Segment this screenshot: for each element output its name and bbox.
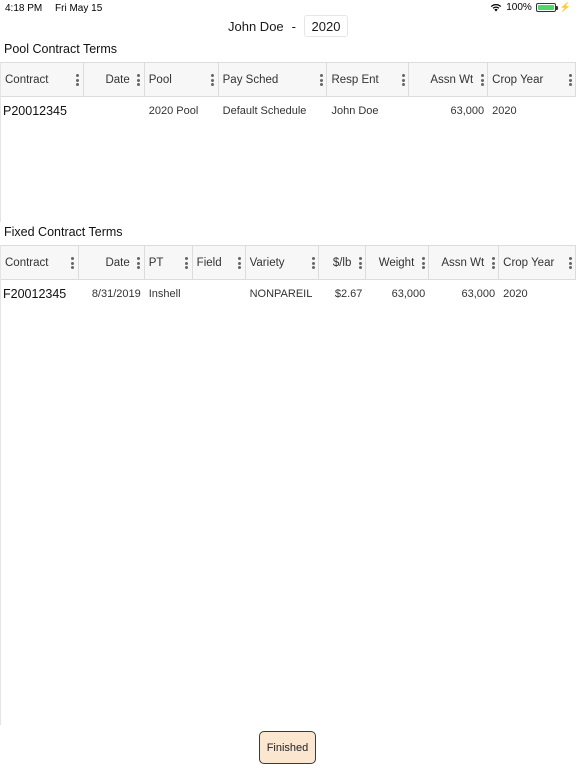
column-header-crop-year[interactable]: Crop Year bbox=[499, 246, 576, 279]
column-header-label: Weight bbox=[378, 256, 415, 269]
header-separator: - bbox=[291, 18, 296, 34]
column-header-label: PT bbox=[148, 256, 164, 269]
table-row[interactable]: F20012345 8/31/2019 Inshell NONPAREIL $2.67 6… bbox=[1, 280, 576, 308]
column-menu-icon[interactable] bbox=[358, 257, 362, 269]
cell-assn-wt: 63,000 bbox=[450, 105, 485, 117]
pool-table-header: Contract Date Pool Pay Sched Resp Ent Assn Wt… bbox=[1, 62, 576, 97]
status-time: 4:18 PM bbox=[5, 3, 43, 14]
column-header-assn-wt[interactable]: Assn Wt bbox=[409, 63, 489, 96]
status-right: 100% ⚡ bbox=[490, 2, 571, 13]
status-left: 4:18 PM Fri May 15 bbox=[5, 3, 112, 14]
column-header-label: Date bbox=[105, 73, 130, 86]
column-header-label: Contract bbox=[5, 256, 49, 269]
column-header-contract[interactable]: Contract bbox=[1, 63, 84, 96]
column-header-label: Crop Year bbox=[503, 256, 555, 269]
cell-pool: 2020 Pool bbox=[148, 105, 199, 117]
column-menu-icon[interactable] bbox=[568, 257, 572, 269]
finished-button[interactable]: Finished bbox=[259, 731, 316, 764]
column-header-contract[interactable]: Contract bbox=[1, 246, 79, 279]
fixed-section-title: Fixed Contract Terms bbox=[4, 225, 123, 239]
cell-contract: P20012345 bbox=[3, 104, 67, 118]
column-header-resp-ent[interactable]: Resp Ent bbox=[327, 63, 410, 96]
fixed-table-body: F20012345 8/31/2019 Inshell NONPAREIL $2.67 6… bbox=[1, 280, 576, 308]
column-header-label: Pay Sched bbox=[222, 73, 279, 86]
column-menu-icon[interactable] bbox=[480, 74, 484, 86]
column-header-label: Crop Year bbox=[492, 73, 544, 86]
column-menu-icon[interactable] bbox=[185, 257, 189, 269]
header: John Doe - 2020 bbox=[0, 14, 576, 38]
column-header-price-per-lb[interactable]: $/lb bbox=[319, 246, 367, 279]
column-header-label: Resp Ent bbox=[331, 73, 379, 86]
column-header-label: $/lb bbox=[332, 256, 352, 269]
battery-fill bbox=[537, 5, 554, 10]
column-header-label: Assn Wt bbox=[441, 256, 485, 269]
column-header-label: Date bbox=[105, 256, 130, 269]
charging-icon: ⚡ bbox=[559, 2, 571, 12]
column-header-weight[interactable]: Weight bbox=[366, 246, 430, 279]
pool-table-body: P20012345 2020 Pool Default Schedule John D… bbox=[1, 97, 576, 125]
column-header-assn-wt[interactable]: Assn Wt bbox=[429, 246, 500, 279]
battery-nub bbox=[555, 6, 558, 10]
column-header-label: Contract bbox=[5, 73, 49, 86]
column-menu-icon[interactable] bbox=[491, 257, 495, 269]
column-header-label: Field bbox=[196, 256, 222, 269]
column-menu-icon[interactable] bbox=[238, 257, 242, 269]
column-menu-icon[interactable] bbox=[568, 74, 572, 86]
column-menu-icon[interactable] bbox=[137, 257, 141, 269]
column-menu-icon[interactable] bbox=[319, 74, 323, 86]
cell-crop-year: 2020 bbox=[503, 288, 528, 300]
column-menu-icon[interactable] bbox=[137, 74, 141, 86]
column-header-pool[interactable]: Pool bbox=[145, 63, 219, 96]
column-menu-icon[interactable] bbox=[211, 74, 215, 86]
column-menu-icon[interactable] bbox=[421, 257, 425, 269]
column-header-crop-year[interactable]: Crop Year bbox=[488, 63, 576, 96]
column-header-date[interactable]: Date bbox=[84, 63, 145, 96]
column-header-field[interactable]: Field bbox=[193, 246, 246, 279]
column-header-label: Assn Wt bbox=[430, 73, 474, 86]
column-header-variety[interactable]: Variety bbox=[246, 246, 320, 279]
column-header-label: Variety bbox=[249, 256, 285, 269]
column-menu-icon[interactable] bbox=[76, 74, 80, 86]
battery-percent: 100% bbox=[506, 2, 532, 13]
cell-crop-year: 2020 bbox=[492, 105, 517, 117]
cell-pt: Inshell bbox=[148, 288, 181, 300]
column-header-date[interactable]: Date bbox=[79, 246, 145, 279]
wifi-icon bbox=[490, 3, 502, 12]
cell-resp-ent: John Doe bbox=[331, 105, 379, 117]
column-header-pay-sched[interactable]: Pay Sched bbox=[219, 63, 328, 96]
cell-price-per-lb: $2.67 bbox=[334, 288, 363, 300]
column-menu-icon[interactable] bbox=[71, 257, 75, 269]
cell-weight: 63,000 bbox=[391, 288, 426, 300]
year-field[interactable]: 2020 bbox=[304, 15, 348, 37]
pool-contract-table: Contract Date Pool Pay Sched Resp Ent Assn Wt… bbox=[0, 62, 576, 222]
fixed-table-header: Contract Date PT Field Variety $/lb Weight Assn… bbox=[1, 245, 576, 280]
battery-icon bbox=[535, 3, 558, 12]
fixed-contract-table: Contract Date PT Field Variety $/lb Weight Assn… bbox=[0, 245, 576, 725]
cell-variety: NONPAREIL bbox=[249, 288, 313, 300]
cell-assn-wt: 63,000 bbox=[461, 288, 496, 300]
cell-contract: F20012345 bbox=[3, 287, 67, 301]
column-menu-icon[interactable] bbox=[401, 74, 405, 86]
table-row[interactable]: P20012345 2020 Pool Default Schedule John D… bbox=[1, 97, 576, 125]
status-date: Fri May 15 bbox=[55, 3, 103, 14]
pool-section-title: Pool Contract Terms bbox=[4, 42, 118, 56]
column-menu-icon[interactable] bbox=[311, 257, 315, 269]
column-header-pt[interactable]: PT bbox=[145, 246, 193, 279]
cell-date: 8/31/2019 bbox=[91, 288, 141, 300]
column-header-label: Pool bbox=[148, 73, 172, 86]
grower-name: John Doe bbox=[228, 18, 284, 34]
cell-pay-sched: Default Schedule bbox=[222, 105, 307, 117]
